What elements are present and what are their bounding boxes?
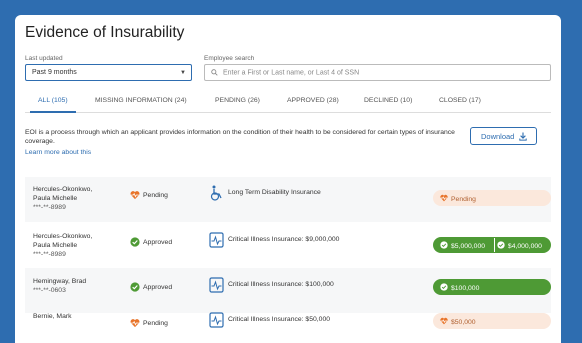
tab-closed[interactable]: CLOSED (17) <box>439 97 481 113</box>
ecg-monitor-icon <box>209 312 224 328</box>
check-circle-icon <box>440 241 448 249</box>
download-button[interactable]: Download <box>470 127 537 145</box>
pending-pill: $50,000 <box>433 313 551 329</box>
check-circle-icon <box>130 282 140 292</box>
pending-pill: Pending <box>433 190 551 206</box>
status-pending: Pending <box>130 318 168 328</box>
employee-name: Bernie, Mark <box>33 313 72 320</box>
approved-pill: $100,000 <box>433 279 551 295</box>
status-approved: Approved <box>130 282 172 292</box>
heart-pulse-icon <box>130 319 140 328</box>
tab-missing-information[interactable]: MISSING INFORMATION (24) <box>95 97 187 113</box>
tab-approved[interactable]: APPROVED (28) <box>287 97 339 113</box>
employee-ssn: ***-**-8989 <box>33 204 66 212</box>
wheelchair-icon <box>210 185 222 201</box>
last-updated-value: Past 9 months <box>32 69 77 76</box>
check-circle-icon <box>497 241 505 249</box>
ecg-monitor-icon <box>209 232 224 248</box>
employee-ssn: ***-**-0603 <box>33 287 66 295</box>
employee-name: Hercules-Okonkwo, Paula Michelle ***-**-… <box>33 233 93 259</box>
status-tabs: ALL (105) MISSING INFORMATION (24) PENDI… <box>25 97 551 113</box>
check-circle-icon <box>130 237 140 247</box>
heart-pulse-icon <box>440 194 448 202</box>
tab-pending[interactable]: PENDING (26) <box>215 97 260 113</box>
chevron-down-icon: ▼ <box>180 70 186 76</box>
last-updated-label: Last updated <box>25 55 63 62</box>
status-pending: Pending <box>130 190 168 200</box>
heart-pulse-icon <box>440 317 448 325</box>
eoi-card: Evidence of Insurability Last updated Pa… <box>15 15 561 343</box>
tab-all[interactable]: ALL (105) <box>30 97 76 113</box>
check-circle-icon <box>440 283 448 291</box>
employee-name: Hercules-Okonkwo, Paula Michelle ***-**-… <box>33 186 93 212</box>
employee-search-input[interactable]: Enter a First or Last name, or Last 4 of… <box>204 64 551 81</box>
eoi-description: EOI is a process through which an applic… <box>25 129 455 145</box>
page-title: Evidence of Insurability <box>25 24 185 41</box>
table-row[interactable]: Hemingway, Brad ***-**-0603 Approved Cri… <box>25 268 551 313</box>
table-row[interactable]: Hercules-Okonkwo, Paula Michelle ***-**-… <box>25 224 551 269</box>
ecg-monitor-icon <box>209 277 224 293</box>
status-approved: Approved <box>130 237 172 247</box>
learn-more-link[interactable]: Learn more about this <box>25 149 91 156</box>
tab-declined[interactable]: DECLINED (10) <box>364 97 412 113</box>
download-icon <box>519 132 527 141</box>
search-icon <box>211 69 218 76</box>
employee-ssn: ***-**-8989 <box>33 251 66 259</box>
table-row[interactable]: Hercules-Okonkwo, Paula Michelle ***-**-… <box>25 177 551 222</box>
table-row[interactable]: Bernie, Mark Pending Critical Illness In… <box>25 312 551 343</box>
employee-search-label: Employee search <box>204 55 255 62</box>
approved-pill: $5,000,000 $4,000,000 <box>433 237 551 253</box>
pill-divider <box>494 238 495 252</box>
download-label: Download <box>481 132 515 141</box>
search-placeholder: Enter a First or Last name, or Last 4 of… <box>222 69 360 77</box>
last-updated-select[interactable]: Past 9 months ▼ <box>25 64 192 81</box>
heart-pulse-icon <box>130 191 140 200</box>
employee-name: Hemingway, Brad ***-**-0603 <box>33 278 87 295</box>
